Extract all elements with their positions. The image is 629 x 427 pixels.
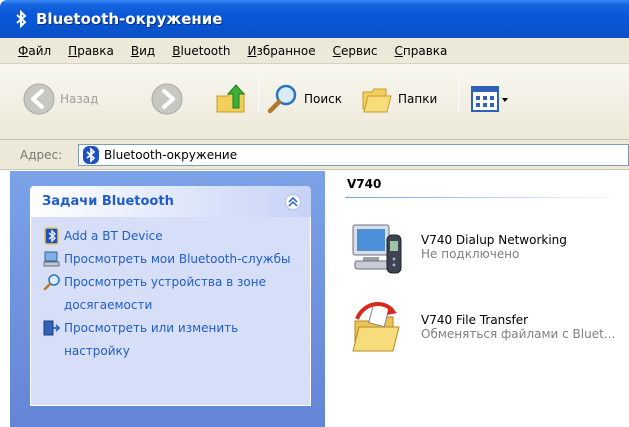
service-dialup-networking[interactable]: V740 Dialup Networking Не подключено bbox=[349, 219, 567, 279]
folders-label: Папки bbox=[398, 92, 438, 106]
task-view-devices-label: Просмотреть устройства в зоне досягаемос… bbox=[64, 275, 266, 312]
menu-favorites[interactable]: Избранное bbox=[239, 44, 324, 58]
chevron-up-icon bbox=[288, 197, 298, 207]
menu-view[interactable]: Вид bbox=[123, 44, 164, 58]
task-add-device-label: Add a BT Device bbox=[64, 229, 163, 243]
task-change-settings-label: Просмотреть или изменить настройку bbox=[64, 321, 239, 358]
task-view-devices[interactable]: Просмотреть устройства в зоне досягаемос… bbox=[43, 271, 304, 317]
task-view-services-label: Просмотреть мои Bluetooth-службы bbox=[64, 252, 291, 266]
collapse-button[interactable] bbox=[285, 194, 301, 210]
search-button[interactable]: Поиск bbox=[266, 82, 342, 116]
bluetooth-tasks-box: Задачи Bluetooth Add a BT Device Просмот… bbox=[30, 186, 311, 406]
forward-button[interactable] bbox=[150, 82, 184, 116]
bluetooth-tasks-title: Задачи Bluetooth bbox=[42, 194, 174, 209]
menu-tools[interactable]: Сервис bbox=[325, 44, 387, 58]
add-device-icon bbox=[44, 227, 59, 245]
views-button[interactable] bbox=[470, 84, 510, 114]
search-label: Поиск bbox=[304, 92, 343, 106]
computer-icon bbox=[43, 251, 60, 267]
address-bar: Адрес: Bluetooth-окружение bbox=[0, 140, 629, 170]
menu-edit[interactable]: Правка bbox=[60, 44, 123, 58]
menu-bar: Файл Правка Вид Bluetooth Избранное Серв… bbox=[0, 38, 629, 64]
toolbar: Назад Поиск Папки bbox=[0, 64, 629, 140]
forward-arrow-icon bbox=[151, 83, 183, 115]
window-title: Bluetooth-окружение bbox=[36, 10, 223, 28]
device-group-header: V740 bbox=[347, 177, 382, 191]
file-transfer-icon bbox=[352, 302, 400, 352]
up-folder-button[interactable] bbox=[214, 82, 248, 116]
menu-bluetooth[interactable]: Bluetooth bbox=[164, 44, 239, 58]
dialup-networking-icon bbox=[352, 224, 402, 274]
service-dialup-name: V740 Dialup Networking bbox=[421, 233, 567, 247]
title-bar[interactable]: Bluetooth-окружение bbox=[0, 0, 629, 38]
search-icon bbox=[267, 84, 297, 114]
task-view-services[interactable]: Просмотреть мои Bluetooth-службы bbox=[43, 248, 304, 271]
task-add-device[interactable]: Add a BT Device bbox=[43, 225, 304, 248]
address-label: Адрес: bbox=[20, 148, 63, 162]
service-file-transfer-name: V740 File Transfer bbox=[421, 313, 529, 327]
menu-file[interactable]: Файл bbox=[10, 44, 60, 58]
address-field[interactable]: Bluetooth-окружение bbox=[78, 144, 629, 166]
bluetooth-tasks-header[interactable]: Задачи Bluetooth bbox=[30, 186, 311, 217]
content-pane: V740 V740 Dialup Networking Не подключен… bbox=[325, 171, 629, 427]
address-text: Bluetooth-окружение bbox=[104, 148, 238, 162]
up-folder-icon bbox=[216, 84, 246, 113]
views-grid-icon bbox=[471, 86, 499, 112]
bluetooth-tasks-list: Add a BT Device Просмотреть мои Bluetoot… bbox=[30, 217, 311, 406]
back-label: Назад bbox=[60, 92, 99, 106]
bluetooth-icon bbox=[12, 10, 30, 28]
service-dialup-status: Не подключено bbox=[421, 247, 520, 261]
settings-icon bbox=[43, 320, 61, 336]
back-button[interactable]: Назад bbox=[22, 82, 98, 116]
service-file-transfer[interactable]: V740 File Transfer Обменяться файлами с … bbox=[349, 297, 615, 357]
service-file-transfer-desc: Обменяться файлами с Bluet... bbox=[421, 327, 616, 341]
group-divider bbox=[345, 197, 629, 198]
chevron-down-icon bbox=[502, 98, 508, 102]
bluetooth-icon bbox=[83, 146, 99, 164]
folders-button[interactable]: Папки bbox=[360, 82, 437, 116]
search-icon bbox=[43, 274, 60, 291]
back-arrow-icon bbox=[23, 83, 55, 115]
task-pane: Задачи Bluetooth Add a BT Device Просмот… bbox=[10, 171, 325, 427]
task-change-settings[interactable]: Просмотреть или изменить настройку bbox=[43, 317, 304, 363]
folders-icon bbox=[362, 88, 392, 113]
menu-help[interactable]: Справка bbox=[386, 44, 456, 58]
